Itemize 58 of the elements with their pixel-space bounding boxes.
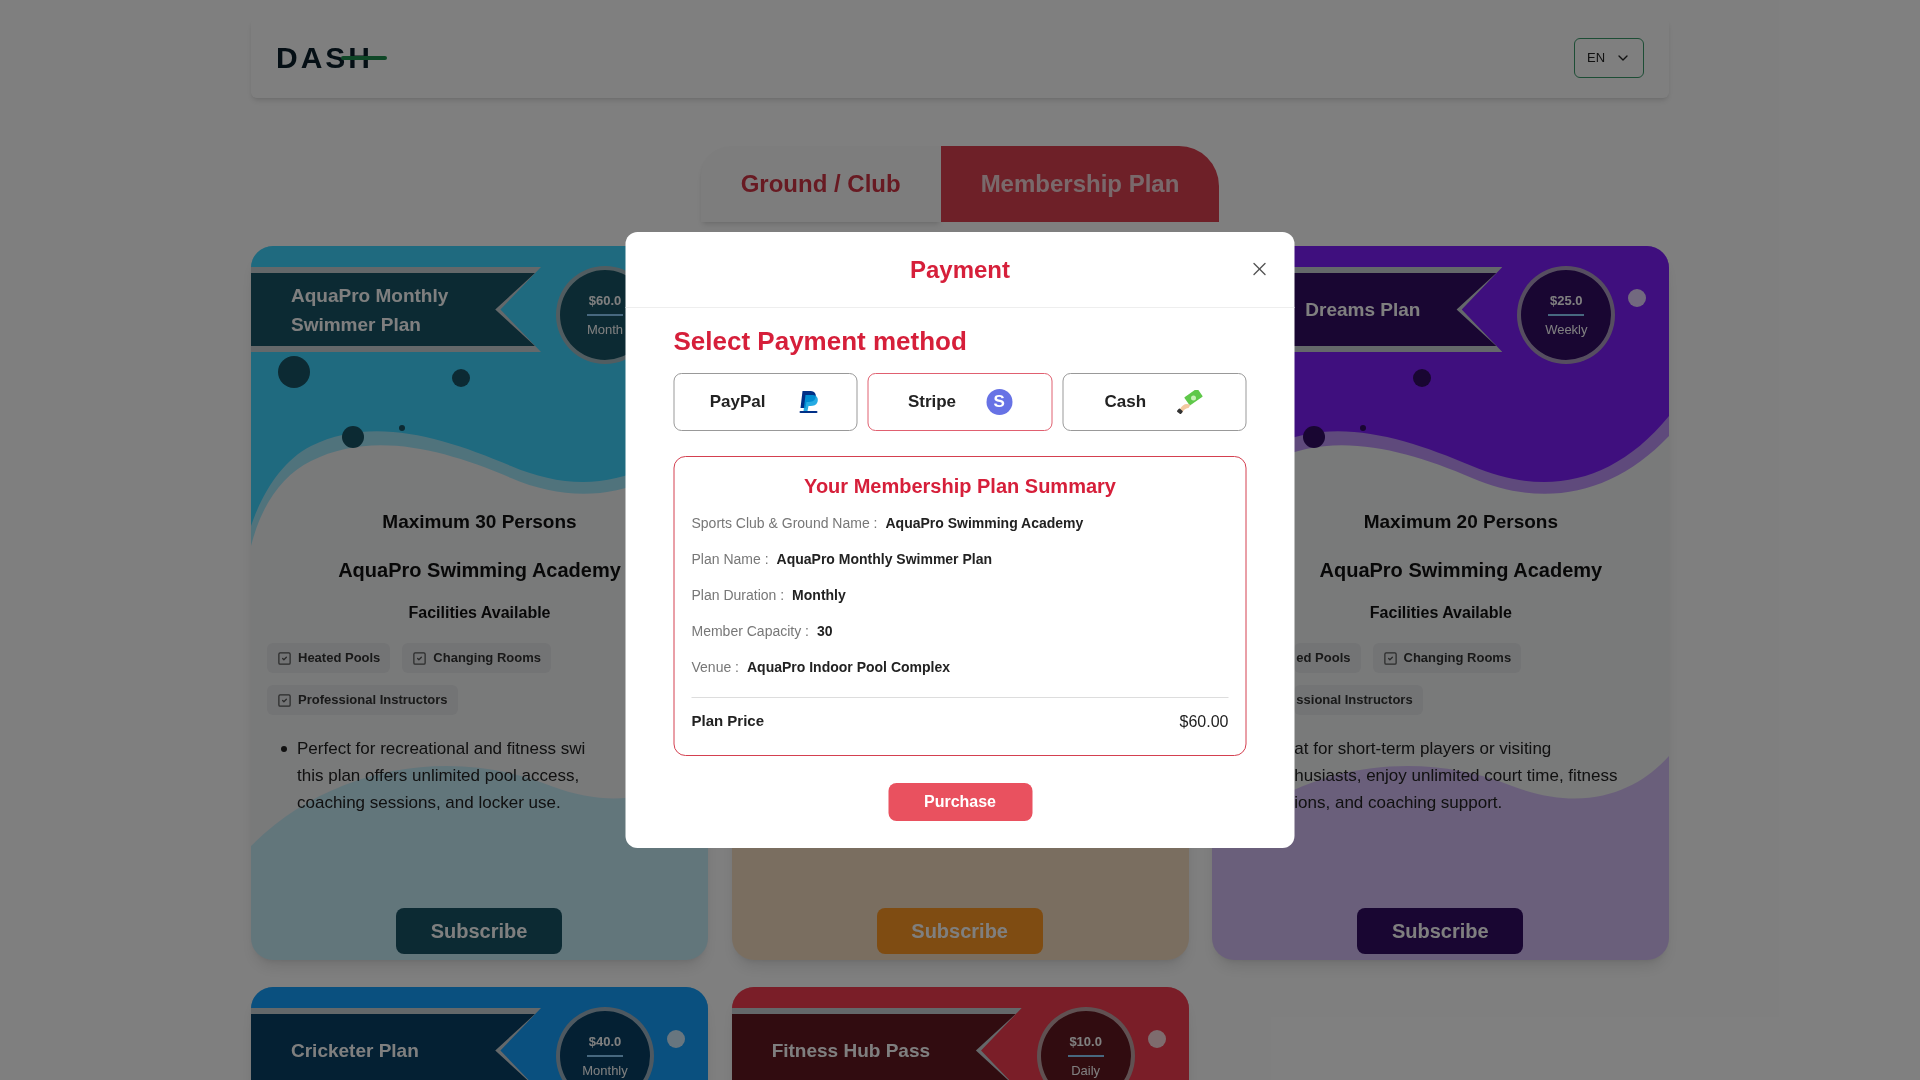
cash-hand-icon — [1176, 390, 1205, 414]
dot-icon — [667, 1030, 685, 1048]
price-text: $25.0 — [1550, 291, 1583, 310]
check-icon — [412, 650, 428, 666]
plan-title: Fitness Hub Pass — [771, 1039, 931, 1063]
summary-label: Venue : — [691, 657, 739, 677]
club-name: AquaPro Swimming Academy — [1318, 558, 1604, 582]
capacity-text: Maximum 20 Persons — [1362, 510, 1559, 534]
check-icon — [1382, 650, 1398, 666]
dot-icon — [1147, 1030, 1166, 1048]
summary-label: Sports Club & Ground Name : — [691, 513, 878, 533]
stripe-icon: S — [986, 389, 1013, 415]
plan-title: AquaPro Monthly Swimmer Plan — [291, 283, 450, 337]
summary-value: Monthly — [792, 585, 846, 605]
summary-value: AquaPro Monthly Swimmer Plan — [776, 549, 993, 569]
facility-tag: ssional Instructors — [1294, 685, 1423, 715]
purchase-button[interactable]: Purchase — [888, 783, 1032, 821]
period-text: Daily — [1071, 1062, 1101, 1080]
subscribe-button[interactable]: Subscribe — [1357, 908, 1524, 954]
description-line: at for short-term players or visiting — [1294, 738, 1552, 760]
description-line: ions, and coaching support. — [1294, 792, 1503, 814]
tab[interactable]: Ground / Club — [700, 146, 941, 222]
description-line: this plan offers unlimited pool access, — [297, 765, 580, 787]
summary-value: AquaPro Indoor Pool Complex — [747, 657, 950, 677]
plan-title: Cricketer Plan — [291, 1039, 419, 1063]
facility-tag: Heated Pools — [267, 643, 391, 673]
summary-label: Plan Name : — [691, 549, 769, 569]
language-select[interactable]: EN — [1574, 38, 1644, 78]
dialog-title: Payment — [909, 254, 1010, 285]
period-text: Monthly — [582, 1062, 628, 1080]
description-line: coaching sessions, and locker use. — [297, 792, 561, 814]
period-text: Weekly — [1545, 321, 1588, 339]
plan-title: Dreams Plan — [1305, 298, 1421, 322]
subscribe-button[interactable]: Subscribe — [396, 908, 562, 954]
summary-title: Your Membership Plan Summary — [803, 474, 1117, 499]
check-icon — [277, 650, 292, 666]
summary-value: 30 — [817, 621, 833, 641]
description-line: husiasts, enjoy unlimited court time, fitness — [1294, 765, 1618, 787]
description-line: Perfect for recreational and fitness swi — [297, 738, 586, 760]
facility-tag: Professional Instructors — [267, 685, 458, 715]
summary-value: AquaPro Swimming Academy — [885, 513, 1084, 533]
facilities-heading: Facilities Available — [407, 603, 552, 623]
bullet-icon — [281, 745, 287, 752]
summary-label: Plan Duration : — [691, 585, 785, 605]
price-text: $10.0 — [1069, 1032, 1102, 1051]
check-icon — [277, 692, 292, 708]
facility-tag: Changing Rooms — [1372, 643, 1522, 673]
facility-tag: Changing Rooms — [402, 643, 551, 673]
period-text: Month — [586, 321, 624, 339]
price-label: Plan Price — [691, 711, 765, 731]
facility-tag: ed Pools — [1294, 643, 1361, 673]
price-text: $60.0 — [588, 291, 622, 310]
price-text: $40.0 — [588, 1032, 622, 1051]
price-value: $60.00 — [1179, 712, 1229, 732]
summary-label: Member Capacity : — [691, 621, 809, 641]
dot-icon — [1628, 289, 1647, 307]
section-heading: Select Payment method — [673, 325, 968, 358]
facilities-heading: Facilities Available — [1368, 603, 1513, 623]
